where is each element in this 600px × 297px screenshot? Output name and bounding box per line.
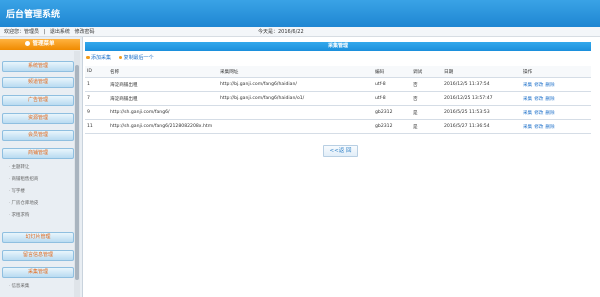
row-id: 11 <box>85 119 108 134</box>
user-info: 欢迎您：管理员 | 退出系统 修改密码 <box>4 28 98 35</box>
table-header-row: ID 名称 采集网址 编码 调试 日期 操作 <box>85 66 591 78</box>
change-password-link[interactable]: 修改密码 <box>75 29 95 35</box>
row-name: 海淀商铺出租 <box>108 91 218 106</box>
submenu-item[interactable]: 商铺租售招商 <box>9 176 38 182</box>
row-debug: 是 <box>411 119 442 134</box>
edit-link[interactable]: 修改 <box>534 125 543 130</box>
page-title: 采集管理 <box>85 42 591 51</box>
add-icon <box>86 55 90 60</box>
menu-slides[interactable]: 幻灯片管理 <box>2 232 74 243</box>
column-header: 操作 <box>521 66 591 78</box>
menu-icon <box>25 40 31 46</box>
column-header: 编码 <box>373 66 411 78</box>
row-name: 海淀商铺出租 <box>108 77 218 92</box>
column-header: 采集网址 <box>218 66 373 78</box>
row-encoding: utf-8 <box>373 91 411 106</box>
column-header: 名称 <box>108 66 218 78</box>
row-operations: 采集 修改 删除 <box>521 105 591 120</box>
row-date: 2016/12/5 11:37:54 <box>442 77 521 92</box>
row-id: 1 <box>85 77 108 92</box>
collect-link[interactable]: 采集 <box>523 125 532 130</box>
table-row: 7 海淀商铺出租 http://bj.ganji.com/fang6/haidi… <box>85 91 591 106</box>
menu-resources[interactable]: 资源管理 <box>2 113 74 124</box>
row-debug: 否 <box>411 91 442 106</box>
info-bar: 欢迎您：管理员 | 退出系统 修改密码 今天是：2016/6/22 <box>0 27 600 37</box>
row-encoding: gb2312 <box>373 119 411 134</box>
add-collection-link[interactable]: 添加采集 <box>86 55 111 61</box>
table-row: 1 海淀商铺出租 http://bj.ganji.com/fang6/haidi… <box>85 77 591 92</box>
top-bar: 后台管理系统 <box>0 0 600 27</box>
menu-shops[interactable]: 商铺管理 <box>2 148 74 159</box>
row-debug: 否 <box>411 77 442 92</box>
edit-link[interactable]: 修改 <box>534 97 543 102</box>
delete-link[interactable]: 删除 <box>545 83 554 88</box>
table-row: 9 http://sh.ganji.com/fang6/ gb2312 是 20… <box>85 105 591 120</box>
row-id: 7 <box>85 91 108 106</box>
row-url: http://bj.ganji.com/fang6/haidian/o1/ <box>218 91 373 106</box>
separator: | <box>43 29 46 35</box>
menu-collection[interactable]: 采集管理 <box>2 267 74 278</box>
row-name: http://sh.ganji.com/fang6/ <box>108 105 373 120</box>
row-debug: 是 <box>411 105 442 120</box>
menu-ads[interactable]: 广告管理 <box>2 95 74 106</box>
column-header: 调试 <box>411 66 442 78</box>
column-header: 日期 <box>442 66 521 78</box>
welcome-text: 欢迎您：管理员 <box>4 29 40 35</box>
submenu-item[interactable]: 写字楼 <box>9 188 25 194</box>
delete-link[interactable]: 删除 <box>545 111 554 116</box>
row-operations: 采集 修改 删除 <box>521 91 591 106</box>
delete-link[interactable]: 删除 <box>545 125 554 130</box>
scrollbar-thumb[interactable] <box>75 65 79 280</box>
collect-link[interactable]: 采集 <box>523 111 532 116</box>
table-row: 11 http://sh.ganji.com/fang6/2128082208x… <box>85 119 591 134</box>
sidebar-header-label: 管理菜单 <box>32 41 55 47</box>
collect-link[interactable]: 采集 <box>523 97 532 102</box>
row-name: http://sh.ganji.com/fang6/2128082208x.ht… <box>108 119 373 134</box>
row-date: 2016/5/25 11:53:53 <box>442 105 521 120</box>
submenu-item[interactable]: 求租求购 <box>9 212 29 218</box>
column-header: ID <box>85 66 108 78</box>
row-encoding: utf-8 <box>373 77 411 92</box>
app-title: 后台管理系统 <box>6 10 61 20</box>
row-operations: 采集 修改 删除 <box>521 77 591 92</box>
copy-last-link[interactable]: 复制最后一个 <box>118 55 154 61</box>
submenu-item[interactable]: 厂房仓库地皮 <box>9 200 38 206</box>
row-date: 2016/5/27 11:36:54 <box>442 119 521 134</box>
sidebar: 管理菜单 系统管理 频道管理 广告管理 资源管理 会员管理 商铺管理 主题转让 … <box>0 37 83 297</box>
row-id: 9 <box>85 105 108 120</box>
menu-members[interactable]: 会员管理 <box>2 130 74 141</box>
row-encoding: gb2312 <box>373 105 411 120</box>
sidebar-header: 管理菜单 <box>0 39 80 50</box>
edit-link[interactable]: 修改 <box>534 83 543 88</box>
delete-link[interactable]: 删除 <box>545 97 554 102</box>
sidebar-scrollbar[interactable] <box>74 51 80 297</box>
row-operations: 采集 修改 删除 <box>521 119 591 134</box>
copy-icon <box>118 55 123 60</box>
menu-system[interactable]: 系统管理 <box>2 61 74 72</box>
collection-table: ID 名称 采集网址 编码 调试 日期 操作 1 海淀商铺出租 http://b… <box>85 66 591 134</box>
menu-messages[interactable]: 留言信息管理 <box>2 250 74 261</box>
today-date: 今天是：2016/6/22 <box>258 29 304 35</box>
submenu-item[interactable]: 信息采集 <box>9 283 29 289</box>
action-bar: 添加采集 复制最后一个 <box>86 54 160 61</box>
logout-link[interactable]: 退出系统 <box>50 29 70 35</box>
menu-channel[interactable]: 频道管理 <box>2 77 74 88</box>
row-url: http://bj.ganji.com/fang6/haidian/ <box>218 77 373 92</box>
row-date: 2016/12/25 13:57:47 <box>442 91 521 106</box>
collect-link[interactable]: 采集 <box>523 83 532 88</box>
submenu-item[interactable]: 主题转让 <box>9 164 29 170</box>
back-button[interactable]: <<返 回 <box>323 145 358 157</box>
edit-link[interactable]: 修改 <box>534 111 543 116</box>
